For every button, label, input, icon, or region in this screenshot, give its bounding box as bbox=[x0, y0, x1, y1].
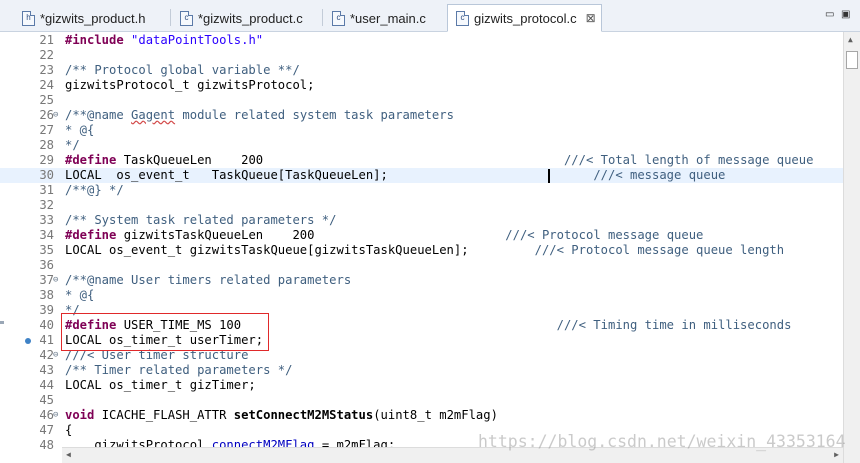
line-number: 42 bbox=[39, 348, 54, 362]
watermark-text: https://blog.csdn.net/weixin_43353164 bbox=[478, 432, 846, 451]
code-text[interactable]: LOCAL os_timer_t gizTimer; bbox=[65, 378, 256, 393]
code-text[interactable]: LOCAL os_event_t TaskQueue[TaskQueueLen]… bbox=[65, 168, 725, 183]
code-line[interactable]: 23 /** Protocol global variable **/ bbox=[0, 63, 843, 78]
line-number: 47 bbox=[39, 423, 54, 437]
code-text[interactable]: void ICACHE_FLASH_ATTR setConnectM2MStat… bbox=[65, 408, 498, 423]
code-line[interactable]: 21 #include "dataPointTools.h" bbox=[0, 33, 843, 48]
code-text[interactable]: * @{ bbox=[65, 288, 94, 303]
tab-separator bbox=[322, 9, 323, 26]
fold-collapse-icon[interactable]: ⊖ bbox=[53, 408, 58, 423]
code-text[interactable]: /** Protocol global variable **/ bbox=[65, 63, 300, 78]
line-number: 43 bbox=[39, 363, 54, 377]
code-line[interactable]: 24 gizwitsProtocol_t gizwitsProtocol; bbox=[0, 78, 843, 93]
code-text[interactable]: /** Timer related parameters */ bbox=[65, 363, 292, 378]
code-editor[interactable]: 21 #include "dataPointTools.h" 22 23 /** Pro… bbox=[0, 32, 843, 463]
line-number: 26 bbox=[39, 108, 54, 122]
code-text[interactable]: LOCAL os_event_t gizwitsTaskQueue[gizwit… bbox=[65, 243, 784, 258]
code-line[interactable]: 29 #define TaskQueueLen 200 ///< Total le… bbox=[0, 153, 843, 168]
line-number: 41 bbox=[39, 333, 54, 347]
line-number: 32 bbox=[39, 198, 54, 212]
line-number: 36 bbox=[39, 258, 54, 272]
line-number: 38 bbox=[39, 288, 54, 302]
code-line[interactable]: 25 bbox=[0, 93, 843, 108]
line-number: 24 bbox=[39, 78, 54, 92]
fold-collapse-icon[interactable]: ⊖ bbox=[53, 348, 58, 363]
tab-gizwits-protocol-c[interactable]: c gizwits_protocol.c ⊠ bbox=[447, 4, 602, 32]
code-line[interactable]: 38 * @{ bbox=[0, 288, 843, 303]
code-line[interactable]: 33 /** System task related parameters */ bbox=[0, 213, 843, 228]
code-text[interactable]: * @{ bbox=[65, 123, 94, 138]
line-number: 23 bbox=[39, 63, 54, 77]
code-line[interactable]: 22 bbox=[0, 48, 843, 63]
tab-label: *gizwits_product.c bbox=[198, 10, 303, 26]
line-number: 37 bbox=[39, 273, 54, 287]
code-line[interactable]: 26 ⊖ /**@name Gagent module related system… bbox=[0, 108, 843, 123]
line-number: 39 bbox=[39, 303, 54, 317]
c-file-icon: c bbox=[180, 10, 193, 26]
code-line[interactable]: 28 */ bbox=[0, 138, 843, 153]
code-text[interactable]: #define TaskQueueLen 200 ///< Total leng… bbox=[65, 153, 813, 168]
line-number: 29 bbox=[39, 153, 54, 167]
code-line[interactable]: 44 LOCAL os_timer_t gizTimer; bbox=[0, 378, 843, 393]
code-text[interactable]: gizwitsProtocol_t gizwitsProtocol; bbox=[65, 78, 314, 93]
tab-label: *user_main.c bbox=[350, 10, 426, 26]
line-number: 25 bbox=[39, 93, 54, 107]
tab-gizwits-product-h[interactable]: h *gizwits_product.h bbox=[22, 6, 146, 30]
line-number: 35 bbox=[39, 243, 54, 257]
tab-separator bbox=[170, 9, 171, 26]
scroll-left-arrow-icon[interactable]: ◀ bbox=[66, 450, 71, 459]
line-number: 33 bbox=[39, 213, 54, 227]
code-line[interactable]: 45 bbox=[0, 393, 843, 408]
line-number: 30 bbox=[39, 168, 54, 182]
annotation-highlight-box bbox=[61, 313, 269, 351]
code-text[interactable]: /** System task related parameters */ bbox=[65, 213, 337, 228]
minimize-icon[interactable]: ▭ bbox=[825, 9, 834, 20]
code-text[interactable]: #define gizwitsTaskQueueLen 200 ///< Pro… bbox=[65, 228, 703, 243]
vertical-scrollbar[interactable]: ▲ bbox=[843, 32, 860, 463]
line-number: 34 bbox=[39, 228, 54, 242]
code-text[interactable]: #include "dataPointTools.h" bbox=[65, 33, 263, 48]
tab-user-main-c[interactable]: c *user_main.c bbox=[332, 6, 426, 30]
line-number: 21 bbox=[39, 33, 54, 47]
c-file-icon: c bbox=[456, 10, 469, 26]
scroll-right-arrow-icon[interactable]: ▶ bbox=[834, 450, 839, 459]
code-line[interactable]: 30 LOCAL os_event_t TaskQueue[TaskQueueLe… bbox=[0, 168, 843, 183]
maximize-icon[interactable]: ▣ bbox=[841, 9, 850, 20]
code-text[interactable]: /**@} */ bbox=[65, 183, 124, 198]
code-text[interactable]: /**@name User timers related parameters bbox=[65, 273, 351, 288]
line-number: 45 bbox=[39, 393, 54, 407]
header-file-icon: h bbox=[22, 10, 35, 26]
code-line[interactable]: 35 LOCAL os_event_t gizwitsTaskQueue[gizw… bbox=[0, 243, 843, 258]
line-number: 48 bbox=[39, 438, 54, 452]
scroll-up-arrow-icon[interactable]: ▲ bbox=[848, 35, 853, 44]
code-line[interactable]: 31 /**@} */ bbox=[0, 183, 843, 198]
scrollbar-thumb[interactable] bbox=[846, 51, 858, 69]
code-line[interactable]: 43 /** Timer related parameters */ bbox=[0, 363, 843, 378]
code-line[interactable]: 32 bbox=[0, 198, 843, 213]
fold-collapse-icon[interactable]: ⊖ bbox=[53, 108, 58, 123]
tab-label: gizwits_protocol.c bbox=[474, 10, 577, 26]
code-line[interactable]: 37 ⊖ /**@name User timers related paramete… bbox=[0, 273, 843, 288]
editor-tab-bar: h *gizwits_product.h c *gizwits_product.… bbox=[0, 0, 860, 32]
code-text[interactable]: */ bbox=[65, 138, 80, 153]
line-number: 46 bbox=[39, 408, 54, 422]
line-number: 40 bbox=[39, 318, 54, 332]
code-line[interactable]: 36 bbox=[0, 258, 843, 273]
fold-collapse-icon[interactable]: ⊖ bbox=[53, 273, 58, 288]
code-line[interactable]: 46 ⊖ void ICACHE_FLASH_ATTR setConnectM2MS… bbox=[0, 408, 843, 423]
c-file-icon: c bbox=[332, 10, 345, 26]
tab-gizwits-product-c[interactable]: c *gizwits_product.c bbox=[180, 6, 303, 30]
close-icon[interactable]: ⊠ bbox=[586, 11, 596, 25]
text-caret bbox=[548, 169, 550, 183]
code-line[interactable]: 34 #define gizwitsTaskQueueLen 200 ///< P… bbox=[0, 228, 843, 243]
code-line[interactable]: 27 * @{ bbox=[0, 123, 843, 138]
line-number: 22 bbox=[39, 48, 54, 62]
line-number: 31 bbox=[39, 183, 54, 197]
line-number: 27 bbox=[39, 123, 54, 137]
line-number: 44 bbox=[39, 378, 54, 392]
code-text[interactable]: /**@name Gagent module related system ta… bbox=[65, 108, 454, 123]
line-number: 28 bbox=[39, 138, 54, 152]
tab-label: *gizwits_product.h bbox=[40, 10, 146, 26]
code-text[interactable]: { bbox=[65, 423, 72, 438]
